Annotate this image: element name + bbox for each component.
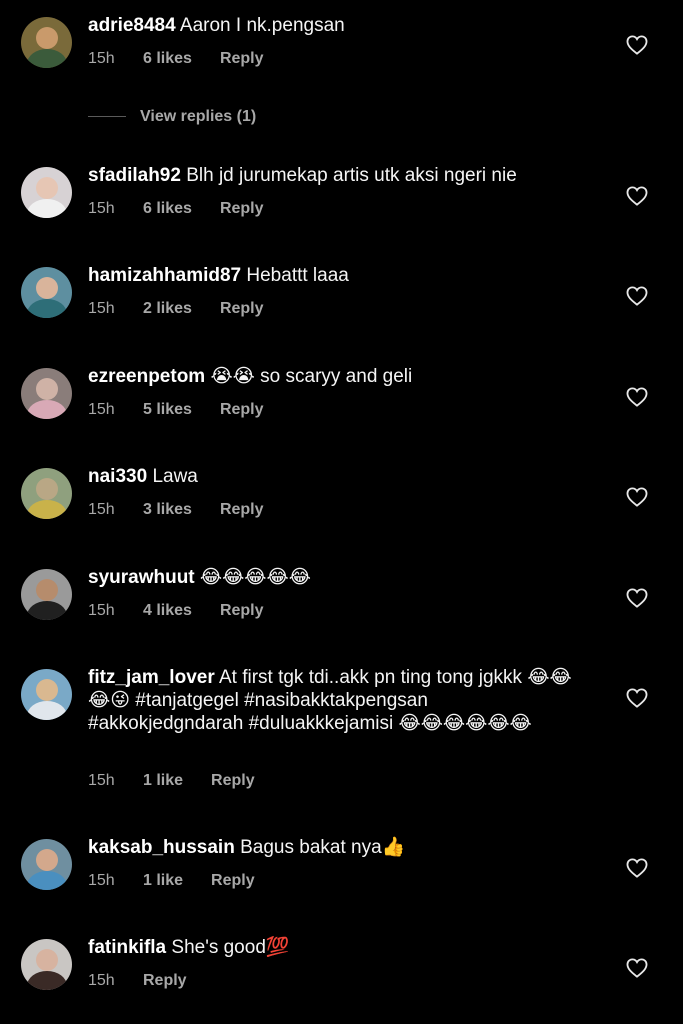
- reply-button[interactable]: Reply: [143, 971, 187, 991]
- comment-time: 15h: [88, 200, 115, 217]
- reply-button[interactable]: Reply: [220, 199, 264, 219]
- comment-text: 😭😭 so scaryy and geli: [210, 366, 413, 387]
- comment-time: 15h: [88, 602, 115, 619]
- comment-item: nai330 Lawa 15h 3 likes Reply: [0, 451, 683, 551]
- reply-button[interactable]: Reply: [220, 601, 264, 621]
- comment-item: syurawhuut 😂😂😂😂😂 15h 4 likes Reply: [0, 552, 683, 652]
- comment-item: adrie8484 Aaron I nk.pengsan 15h 6 likes R…: [0, 0, 683, 100]
- heart-outline-icon[interactable]: [626, 958, 648, 978]
- comment-time: 15h: [88, 50, 115, 67]
- comment-text: Bagus bakat nya👍: [240, 837, 406, 858]
- comment-likes[interactable]: 6 likes: [143, 199, 192, 219]
- avatar[interactable]: [21, 167, 72, 218]
- comment-time: 15h: [88, 772, 115, 789]
- avatar[interactable]: [21, 267, 72, 318]
- comment-likes[interactable]: 2 likes: [143, 299, 192, 319]
- comment-likes[interactable]: 3 likes: [143, 500, 192, 520]
- comment-username[interactable]: ezreenpetom: [88, 366, 205, 387]
- reply-button[interactable]: Reply: [220, 49, 264, 69]
- comment-time: 15h: [88, 300, 115, 317]
- comment-username[interactable]: hamizahhamid87: [88, 265, 241, 286]
- comment-likes[interactable]: 6 likes: [143, 49, 192, 69]
- comment-likes[interactable]: 1 like: [143, 871, 183, 891]
- comment-likes[interactable]: 5 likes: [143, 400, 192, 420]
- heart-outline-icon[interactable]: [626, 588, 648, 608]
- comment-text: Lawa: [152, 466, 198, 487]
- comment-item: sfadilah92 Blh jd jurumekap artis utk ak…: [0, 150, 683, 250]
- heart-outline-icon[interactable]: [626, 858, 648, 878]
- comment-username[interactable]: syurawhuut: [88, 567, 195, 588]
- comment-username[interactable]: kaksab_hussain: [88, 837, 235, 858]
- comment-username[interactable]: nai330: [88, 466, 147, 487]
- avatar[interactable]: [21, 468, 72, 519]
- reply-button[interactable]: Reply: [220, 500, 264, 520]
- comment-text: Aaron I nk.pengsan: [179, 15, 345, 36]
- comment-item: kaksab_hussain Bagus bakat nya👍 15h 1 lik…: [0, 822, 683, 922]
- comment-item: ezreenpetom 😭😭 so scaryy and geli 15h 5 l…: [0, 351, 683, 451]
- heart-outline-icon[interactable]: [626, 35, 648, 55]
- comment-username[interactable]: adrie8484: [88, 15, 176, 36]
- heart-outline-icon[interactable]: [626, 487, 648, 507]
- heart-outline-icon[interactable]: [626, 387, 648, 407]
- comment-text: Hebattt laaa: [246, 265, 349, 286]
- heart-outline-icon[interactable]: [626, 286, 648, 306]
- reply-button[interactable]: Reply: [211, 871, 255, 891]
- reply-button[interactable]: Reply: [220, 400, 264, 420]
- comment-likes[interactable]: 4 likes: [143, 601, 192, 621]
- avatar[interactable]: [21, 839, 72, 890]
- comment-likes[interactable]: 1 like: [143, 771, 183, 791]
- heart-outline-icon[interactable]: [626, 186, 648, 206]
- comment-text: 😂😂😂😂😂: [199, 567, 311, 588]
- view-replies-button[interactable]: View replies (1): [88, 106, 256, 128]
- comment-time: 15h: [88, 401, 115, 418]
- reply-button[interactable]: Reply: [211, 771, 255, 791]
- comment-username[interactable]: fitz_jam_lover: [88, 667, 215, 688]
- divider: [88, 116, 126, 118]
- comment-time: 15h: [88, 501, 115, 518]
- comment-time: 15h: [88, 872, 115, 889]
- avatar[interactable]: [21, 17, 72, 68]
- avatar[interactable]: [21, 939, 72, 990]
- heart-outline-icon[interactable]: [626, 688, 648, 708]
- comment-username[interactable]: fatinkifla: [88, 937, 166, 958]
- comment-text: Blh jd jurumekap artis utk aksi ngeri ni…: [186, 165, 517, 186]
- comment-username[interactable]: sfadilah92: [88, 165, 181, 186]
- avatar[interactable]: [21, 569, 72, 620]
- avatar[interactable]: [21, 368, 72, 419]
- comment-item: hamizahhamid87 Hebattt laaa 15h 2 likes Re…: [0, 250, 683, 350]
- comment-item: fitz_jam_lover At first tgk tdi..akk pn …: [0, 652, 683, 822]
- reply-button[interactable]: Reply: [220, 299, 264, 319]
- comment-time: 15h: [88, 972, 115, 989]
- avatar[interactable]: [21, 669, 72, 720]
- comment-text: She's good💯: [171, 937, 290, 958]
- comment-item: fatinkifla She's good💯 15h Reply: [0, 922, 683, 1022]
